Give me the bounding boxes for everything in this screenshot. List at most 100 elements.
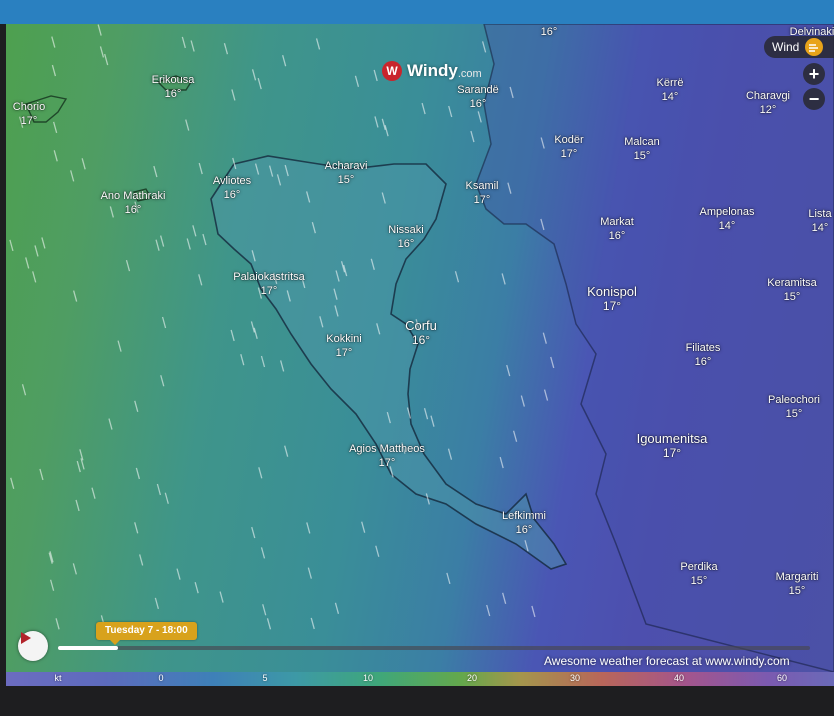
wind-streak (384, 124, 389, 137)
place-temp: 15° (633, 150, 651, 162)
place-name: Ksamil (465, 180, 499, 192)
wind-streak (282, 55, 287, 67)
wind-streak (254, 163, 260, 175)
zoom-out-button[interactable]: − (803, 88, 825, 110)
place-label: Malcan 15° (624, 135, 659, 163)
place-temp: 17° (20, 115, 38, 127)
scale-tick: 30 (569, 673, 581, 683)
wind-streak (284, 445, 289, 457)
wind-streak (262, 604, 267, 616)
wind-streak (25, 257, 30, 269)
place-temp: 14° (718, 220, 736, 232)
wind-streak (21, 384, 27, 396)
wind-streak (334, 602, 340, 615)
windy-logo[interactable]: W Windy .com (382, 60, 482, 82)
place-temp: 16° (608, 230, 626, 242)
wind-streak (52, 121, 58, 134)
place-label: Acharavi 15° (325, 159, 368, 187)
wind-streak (253, 327, 258, 340)
place-name: Ano Mathraki (100, 190, 166, 202)
place-name: Markat (600, 216, 634, 228)
wind-streak (509, 86, 514, 99)
place-name: Acharavi (324, 160, 368, 172)
wind-streak (70, 170, 75, 182)
timeline-track[interactable] (58, 646, 810, 650)
wind-streak (231, 89, 236, 101)
place-name: Filiates (685, 342, 721, 354)
wind-streak (161, 316, 167, 329)
place-label: Konispol 17° (587, 285, 637, 314)
wind-streak (550, 356, 555, 369)
place-label: Perdika 15° (680, 560, 717, 588)
wind-streak (51, 36, 56, 48)
wind-streak (315, 38, 321, 50)
wind-streak (524, 540, 529, 552)
wind-streak (73, 290, 78, 302)
place-label: Avliotes 16° (213, 174, 251, 202)
place-label: Ampelonas 14° (699, 205, 754, 233)
wind-streak (104, 53, 109, 66)
place-label: Igoumenitsa 17° (636, 431, 708, 461)
wind-streak (99, 46, 105, 58)
wind-streak (370, 258, 375, 271)
place-label: 16° (541, 25, 558, 39)
play-button[interactable] (18, 631, 48, 661)
place-label: Kërrë 14° (657, 76, 684, 104)
timeline-time-badge[interactable]: Tuesday 7 - 18:00 (96, 622, 197, 645)
wind-streak (266, 618, 272, 630)
zoom-in-button[interactable]: + (803, 63, 825, 85)
place-temp: 12° (759, 104, 777, 116)
wind-streak (55, 618, 60, 630)
place-temp: 14° (811, 222, 829, 234)
place-name: Charavgi (745, 90, 791, 102)
place-name: Avliotes (212, 175, 252, 187)
place-temp: 17° (378, 457, 396, 469)
wind-streak (91, 487, 96, 499)
place-temp: 17° (662, 446, 682, 460)
wind-streak (430, 415, 435, 427)
credit-text[interactable]: Awesome weather forecast at www.windy.co… (544, 654, 790, 668)
wind-streak (280, 360, 285, 372)
wind-streak (306, 522, 311, 534)
windy-logo-name: Windy (407, 61, 458, 80)
wind-streak (49, 579, 55, 591)
place-name: Sarandë (457, 84, 499, 96)
scale-tick: 5 (262, 673, 268, 683)
place-label: Chorio 17° (13, 100, 45, 128)
wind-streak (53, 150, 58, 162)
wind-streak (251, 526, 256, 539)
place-temp: 16° (469, 98, 487, 110)
weather-map[interactable]: W Windy .com Erikousa 16° Chorio 17° Ano M… (6, 24, 834, 672)
scale-unit: kt (54, 673, 62, 683)
layer-selector[interactable]: Wind (764, 36, 834, 58)
place-temp: 17° (335, 347, 353, 359)
wind-streak (335, 270, 340, 282)
place-name: Chorio (12, 101, 46, 113)
wind-streak (406, 407, 412, 419)
place-label: Kodër 17° (554, 133, 583, 161)
place-name: Lefkimmi (501, 510, 547, 522)
wind-streak (447, 448, 453, 460)
wind-streak (219, 591, 224, 603)
wind-streak (421, 102, 426, 115)
place-name: Malcan (624, 136, 660, 148)
wind-streak (333, 288, 338, 300)
place-name: Igoumenitsa (636, 431, 708, 446)
wind-streak (268, 165, 274, 177)
wind-streak (257, 77, 262, 90)
wind-streak (97, 24, 102, 36)
place-label: Charavgi 12° (746, 89, 790, 117)
top-bar (0, 0, 834, 24)
scale-tick: 60 (776, 673, 788, 683)
wind-streak (307, 567, 312, 579)
place-name: Corfu (405, 318, 437, 333)
place-name: Margariti (775, 571, 819, 583)
wind-streak (512, 430, 518, 442)
wind-streak (374, 116, 379, 128)
wind-streak (76, 460, 81, 473)
scale-tick: 0 (158, 673, 164, 683)
place-temp: 16° (124, 204, 142, 216)
wind-icon (805, 38, 824, 56)
place-label: Erikousa 16° (152, 73, 195, 101)
place-label: Keramitsa 15° (767, 276, 817, 304)
